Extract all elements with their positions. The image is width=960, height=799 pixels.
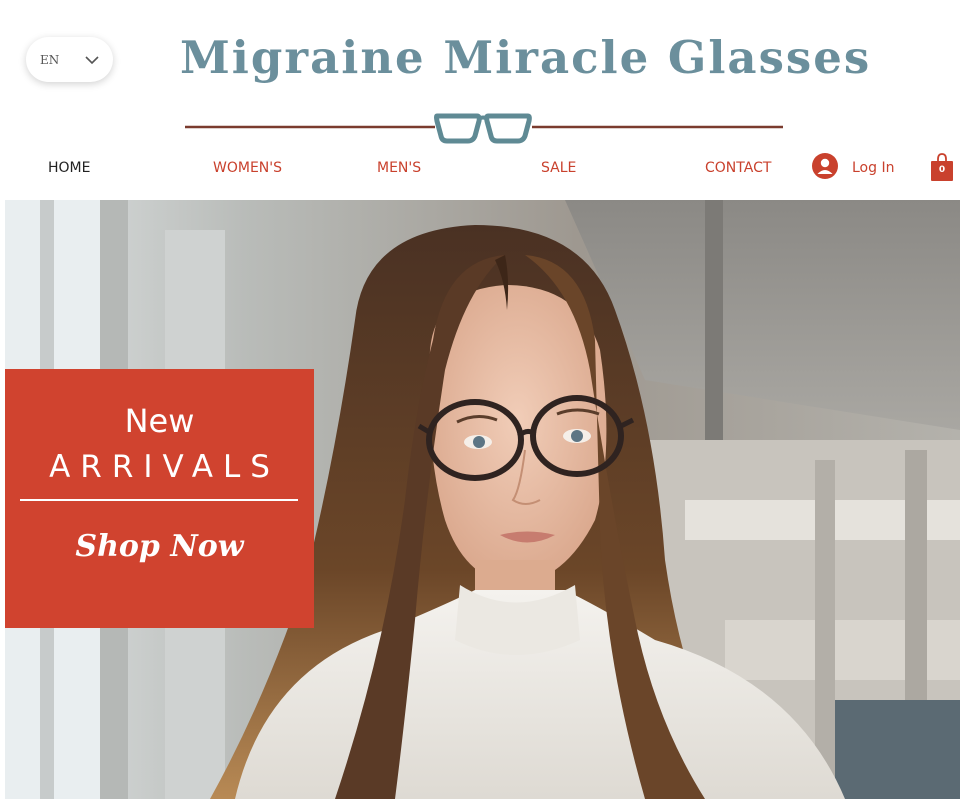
nav-item-sale[interactable]: SALE <box>541 158 576 178</box>
site-logo-title[interactable]: Migraine Miracle Glasses <box>180 28 869 88</box>
user-avatar-icon <box>812 152 838 184</box>
nav-item-mens[interactable]: MEN'S <box>377 158 421 178</box>
language-code: EN <box>40 52 60 67</box>
promo-line-new: New <box>124 402 195 440</box>
promo-divider <box>20 499 298 501</box>
nav-item-contact[interactable]: CONTACT <box>705 158 771 178</box>
chevron-down-icon <box>85 55 99 65</box>
cart-count: 0 <box>938 165 946 175</box>
new-arrivals-promo[interactable]: New ARRIVALS Shop Now <box>5 369 314 628</box>
login-label: Log In <box>852 160 895 176</box>
nav-item-womens[interactable]: WOMEN'S <box>213 158 282 178</box>
cart-button[interactable]: 0 <box>930 153 954 183</box>
nav-item-home[interactable]: HOME <box>48 158 90 178</box>
glasses-logo-icon <box>185 113 783 144</box>
page: EN Migraine Miracle Glasses HOME WOMEN'S… <box>0 0 960 799</box>
login-button[interactable]: Log In <box>812 152 894 184</box>
language-selector[interactable]: EN <box>26 37 113 82</box>
promo-line-arrivals: ARRIVALS <box>49 449 280 485</box>
shop-now-link[interactable]: Shop Now <box>5 527 314 567</box>
